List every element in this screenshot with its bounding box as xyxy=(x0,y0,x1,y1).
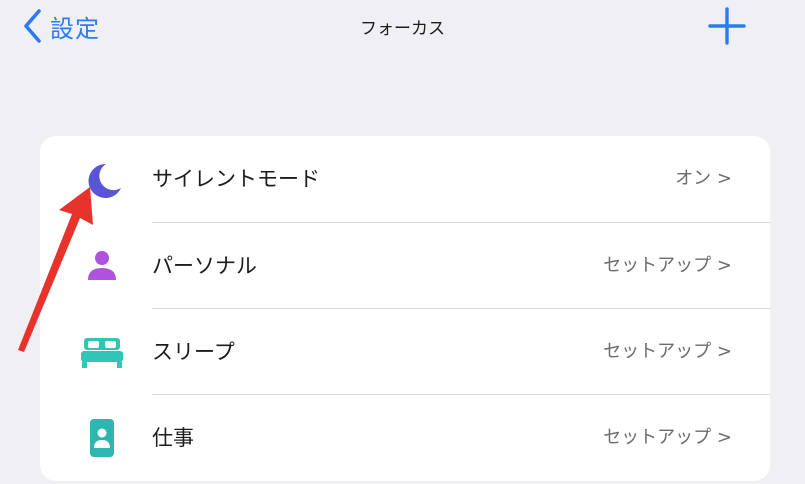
focus-item-status: オン > xyxy=(675,168,732,189)
add-button[interactable] xyxy=(707,6,747,46)
moon-icon xyxy=(88,163,121,198)
focus-item-do-not-disturb[interactable]: サイレントモード オン > xyxy=(40,136,770,222)
id-badge-icon xyxy=(90,419,114,457)
plus-icon xyxy=(708,7,746,45)
focus-item-status: セットアップ > xyxy=(603,341,732,362)
page-title: フォーカス xyxy=(360,19,445,39)
navigation-bar: 設定 フォーカス xyxy=(0,0,805,56)
focus-list: サイレントモード オン > パーソナル セットアップ > スリープ セットアップ… xyxy=(40,136,770,481)
focus-item-label: パーソナル xyxy=(152,254,257,278)
focus-item-status: セットアップ > xyxy=(603,255,732,276)
focus-item-personal[interactable]: パーソナル セットアップ > xyxy=(40,223,770,309)
person-icon xyxy=(88,251,116,280)
focus-item-status: セットアップ > xyxy=(603,427,732,448)
focus-item-label: スリープ xyxy=(152,340,235,364)
focus-item-work[interactable]: 仕事 セットアップ > xyxy=(40,395,770,481)
bed-icon xyxy=(81,338,123,368)
focus-item-label: サイレントモード xyxy=(152,167,320,191)
focus-item-sleep[interactable]: スリープ セットアップ > xyxy=(40,309,770,395)
focus-item-label: 仕事 xyxy=(152,426,194,450)
